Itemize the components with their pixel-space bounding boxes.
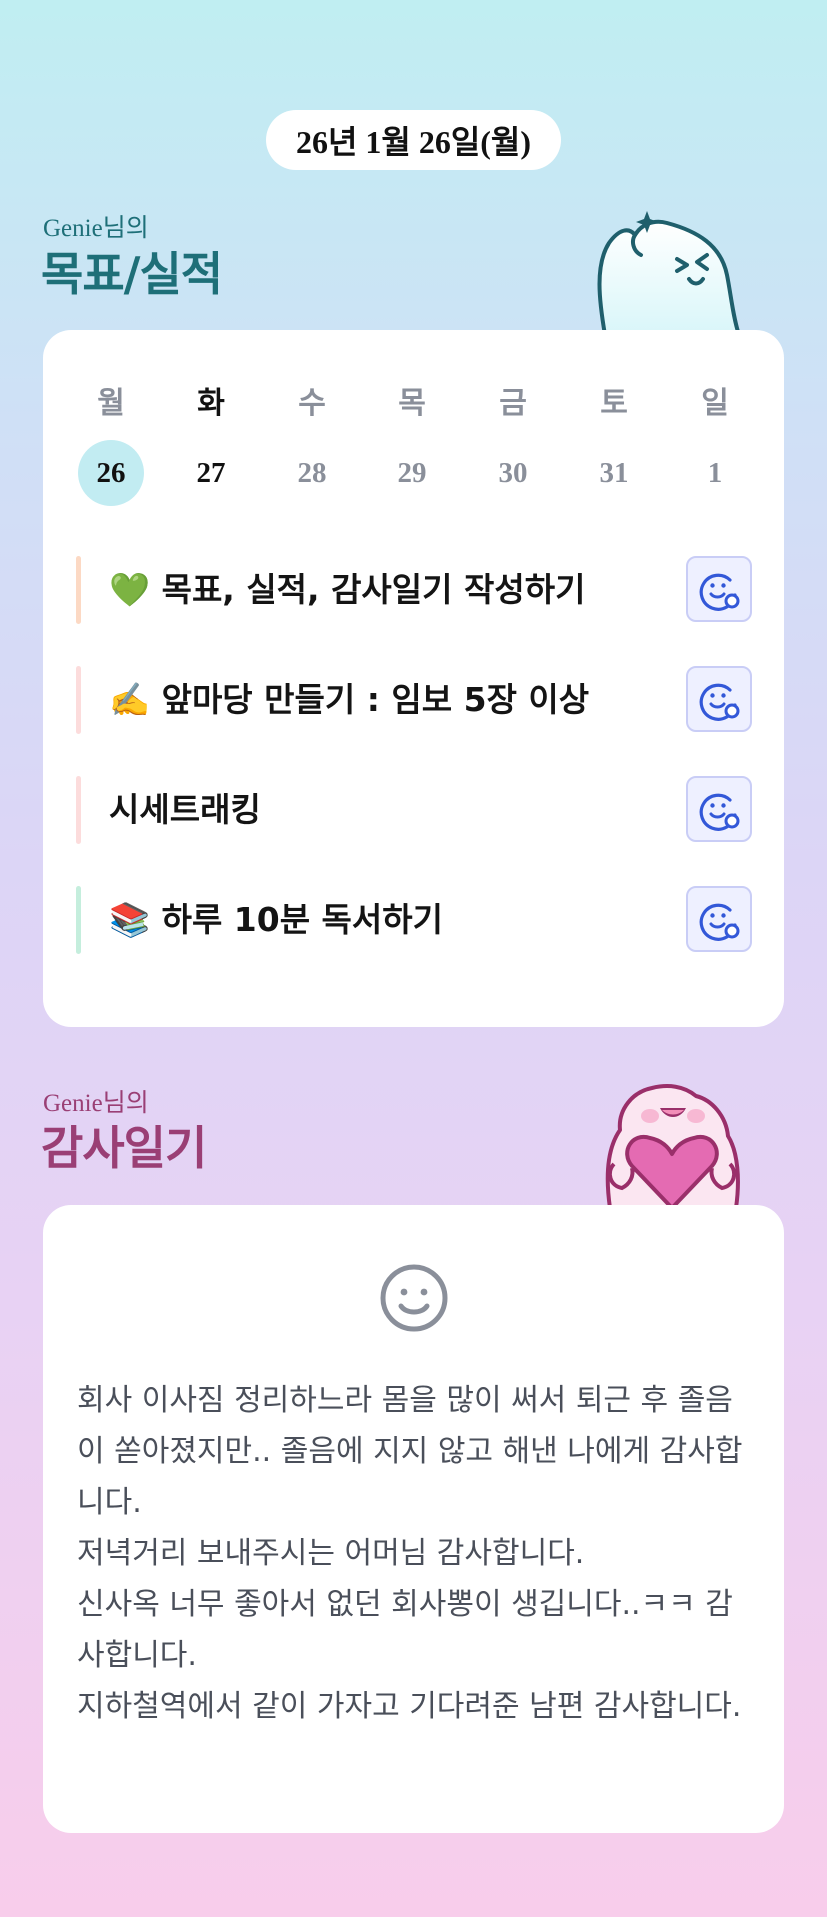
weekday-sat: 토 bbox=[600, 386, 628, 421]
weekday-sun: 일 bbox=[701, 386, 729, 421]
heart-mascot-icon bbox=[605, 1084, 740, 1208]
weekday-mon: 월 bbox=[97, 386, 125, 421]
date-27[interactable]: 27 bbox=[176, 440, 246, 506]
diary-entry-text[interactable]: 회사 이사짐 정리하느라 몸을 많이 써서 퇴근 후 졸음이 쏟아졌지만.. 졸… bbox=[77, 1375, 757, 1732]
weekday-thu: 목 bbox=[398, 386, 426, 421]
goal-item[interactable]: ✍️ 앞마당 만들기 : 임보 5장 이상 bbox=[76, 665, 752, 735]
diary-title: 감사일기 bbox=[41, 1121, 207, 1175]
smiley-add-icon bbox=[699, 683, 740, 721]
diary-card: 회사 이사짐 정리하느라 몸을 많이 써서 퇴근 후 졸음이 쏟아졌지만.. 졸… bbox=[43, 1205, 784, 1833]
date-29[interactable]: 29 bbox=[377, 440, 447, 506]
add-feedback-button[interactable] bbox=[686, 556, 752, 622]
date-26[interactable]: 26 bbox=[78, 440, 144, 506]
add-feedback-button[interactable] bbox=[686, 776, 752, 842]
goal-color-bar bbox=[76, 886, 81, 954]
weekday-fri: 금 bbox=[499, 386, 527, 421]
goal-text: ✍️ 앞마당 만들기 : 임보 5장 이상 bbox=[109, 680, 590, 719]
smiley-icon[interactable] bbox=[378, 1262, 450, 1334]
goal-item[interactable]: 📚 하루 10분 독서하기 bbox=[76, 885, 752, 955]
goal-item[interactable]: 💚 목표, 실적, 감사일기 작성하기 bbox=[76, 555, 752, 625]
goals-title: 목표/실적 bbox=[41, 247, 223, 301]
goal-color-bar bbox=[76, 776, 81, 844]
goal-color-bar bbox=[76, 556, 81, 624]
ghost-mascot-icon bbox=[597, 211, 741, 335]
date-30[interactable]: 30 bbox=[478, 440, 548, 506]
smiley-add-icon bbox=[699, 793, 740, 831]
date-pill[interactable]: 26년 1월 26일(월) bbox=[266, 110, 561, 170]
date-1[interactable]: 1 bbox=[680, 440, 750, 506]
date-31[interactable]: 31 bbox=[579, 440, 649, 506]
weekday-wed: 수 bbox=[298, 386, 326, 421]
smiley-add-icon bbox=[699, 903, 740, 941]
add-feedback-button[interactable] bbox=[686, 886, 752, 952]
goal-text: 💚 목표, 실적, 감사일기 작성하기 bbox=[109, 570, 586, 609]
smiley-add-icon bbox=[699, 573, 740, 611]
date-28[interactable]: 28 bbox=[277, 440, 347, 506]
add-feedback-button[interactable] bbox=[686, 666, 752, 732]
goals-card: 월 화 수 목 금 토 일 26 27 28 29 30 31 1 💚 목표, … bbox=[43, 330, 784, 1027]
goal-color-bar bbox=[76, 666, 81, 734]
goal-item[interactable]: 시세트래킹 bbox=[76, 775, 752, 845]
weekday-tue: 화 bbox=[197, 386, 225, 421]
goal-text: 시세트래킹 bbox=[109, 790, 261, 829]
goal-text: 📚 하루 10분 독서하기 bbox=[109, 900, 443, 939]
